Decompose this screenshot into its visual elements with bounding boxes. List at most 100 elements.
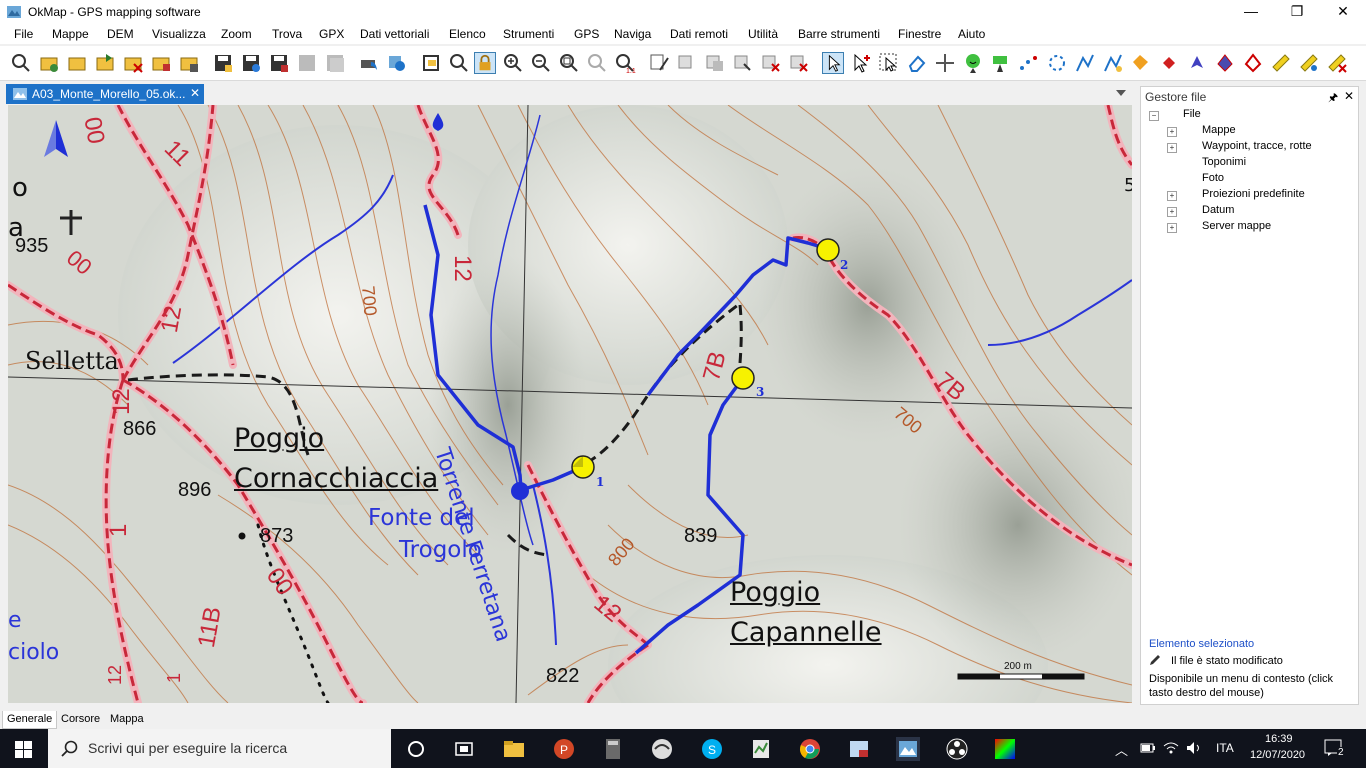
polygon-icon[interactable] <box>1214 52 1236 74</box>
ruler-measure-icon[interactable] <box>1298 52 1320 74</box>
chrome-icon[interactable] <box>798 737 822 761</box>
save-as-icon[interactable] <box>240 52 262 74</box>
menu-zoom[interactable]: Zoom <box>221 27 252 41</box>
ruler-icon[interactable] <box>1270 52 1292 74</box>
tab-corsore[interactable]: Corsore <box>57 711 104 728</box>
tree-item-proiezioni[interactable]: Proiezioni predefinite <box>1202 188 1305 200</box>
menu-visualizza[interactable]: Visualizza <box>152 27 206 41</box>
save-grid-icon[interactable] <box>268 52 290 74</box>
pointer-area-icon[interactable] <box>878 52 900 74</box>
zoom-1to1-icon[interactable]: 1:1 <box>614 52 636 74</box>
skype-icon[interactable]: S <box>700 737 724 761</box>
tree-item-foto[interactable]: Foto <box>1202 172 1224 184</box>
obs-icon[interactable] <box>945 737 969 761</box>
menu-file[interactable]: File <box>14 27 33 41</box>
menu-finestre[interactable]: Finestre <box>898 27 941 41</box>
waypoint-3-marker[interactable] <box>731 366 755 390</box>
edit-vector-icon[interactable] <box>648 52 670 74</box>
menu-mappe[interactable]: Mappe <box>52 27 89 41</box>
tree-item-server-mappe[interactable]: Server mappe <box>1202 220 1271 232</box>
language-indicator[interactable]: ITA <box>1216 741 1234 755</box>
route-orange-icon[interactable] <box>1130 52 1152 74</box>
menu-barre-strumenti[interactable]: Barre strumenti <box>798 27 880 41</box>
expander-icon[interactable]: + <box>1167 223 1177 233</box>
tree-item-toponimi[interactable]: Toponimi <box>1202 156 1246 168</box>
waypoint-flag-icon[interactable] <box>990 52 1012 74</box>
folder-save-icon[interactable] <box>178 52 200 74</box>
menu-strumenti[interactable]: Strumenti <box>503 27 554 41</box>
tree-item-datum[interactable]: Datum <box>1202 204 1234 216</box>
zoom-area-icon[interactable] <box>558 52 580 74</box>
zoom-scale-icon[interactable] <box>586 52 608 74</box>
save-icon[interactable] <box>212 52 234 74</box>
menu-dem[interactable]: DEM <box>107 27 134 41</box>
zoom-in-icon[interactable] <box>502 52 524 74</box>
close-button[interactable]: ✕ <box>1320 0 1366 24</box>
open-map-icon[interactable] <box>10 52 32 74</box>
clock-time[interactable]: 16:39 <box>1265 733 1293 745</box>
list-arrow-icon[interactable] <box>732 52 754 74</box>
pin-icon[interactable]: 🖈 <box>1328 89 1338 108</box>
menu-trova[interactable]: Trova <box>272 27 302 41</box>
save-disabled-icon[interactable] <box>296 52 318 74</box>
list-icon[interactable] <box>676 52 698 74</box>
tab-generale[interactable]: Generale <box>2 711 58 729</box>
notepad-chart-icon[interactable] <box>749 737 773 761</box>
waypoint-2-marker[interactable] <box>816 238 840 262</box>
expander-icon[interactable]: + <box>1167 207 1177 217</box>
powerpoint-icon[interactable]: P <box>552 737 576 761</box>
eraser-icon[interactable] <box>906 52 928 74</box>
lock-icon[interactable] <box>474 52 496 74</box>
panel-close-icon[interactable]: ✕ <box>1344 89 1354 103</box>
clock-date[interactable]: 12/07/2020 <box>1250 749 1305 761</box>
print-icon[interactable] <box>358 52 380 74</box>
track-points-icon[interactable] <box>1018 52 1040 74</box>
folder-red-icon[interactable] <box>150 52 172 74</box>
windows-start-icon[interactable] <box>15 741 32 758</box>
list-merge-icon[interactable] <box>704 52 726 74</box>
minimize-button[interactable]: — <box>1228 0 1274 24</box>
tray-chevron-up-icon[interactable]: ︿ <box>1115 740 1128 759</box>
move-icon[interactable] <box>934 52 956 74</box>
menu-dati-vettoriali[interactable]: Dati vettoriali <box>360 27 429 41</box>
route-edit-icon[interactable] <box>1102 52 1124 74</box>
expander-icon[interactable]: + <box>1167 191 1177 201</box>
menu-gps[interactable]: GPS <box>574 27 599 41</box>
list-delete-icon[interactable] <box>760 52 782 74</box>
diamond-red-icon[interactable] <box>1158 52 1180 74</box>
menu-gpx[interactable]: GPX <box>319 27 344 41</box>
tree-item-waypoint[interactable]: Waypoint, tracce, rotte <box>1202 140 1312 152</box>
map-view[interactable] <box>8 105 1132 703</box>
tree-root-file[interactable]: File <box>1183 108 1201 120</box>
open-file-icon[interactable] <box>38 52 60 74</box>
save-all-disabled-icon[interactable] <box>324 52 346 74</box>
menu-utilita[interactable]: Utilità <box>748 27 778 41</box>
arrow-blue-icon[interactable] <box>1186 52 1208 74</box>
track-loop-icon[interactable] <box>1046 52 1068 74</box>
color-app-icon[interactable] <box>993 737 1017 761</box>
okmap-taskbar-icon[interactable] <box>896 737 920 761</box>
cortana-icon[interactable] <box>404 737 428 761</box>
waypoint-smile-icon[interactable] <box>962 52 984 74</box>
pointer-select-icon[interactable] <box>822 52 844 74</box>
list-remove-icon[interactable] <box>788 52 810 74</box>
folder-icon[interactable] <box>66 52 88 74</box>
window-icon[interactable] <box>420 52 442 74</box>
expander-icon[interactable]: + <box>1167 127 1177 137</box>
battery-icon[interactable] <box>1140 742 1156 754</box>
menu-aiuto[interactable]: Aiuto <box>958 27 985 41</box>
file-explorer-icon[interactable] <box>502 737 526 761</box>
expander-icon[interactable]: − <box>1149 111 1159 121</box>
pointer-add-icon[interactable] <box>850 52 872 74</box>
zoom-icon[interactable] <box>448 52 470 74</box>
map-canvas[interactable]: Selletta Poggio Cornacchiaccia Fonte del… <box>8 105 1132 703</box>
chevron-down-icon[interactable] <box>1116 90 1126 96</box>
route-icon[interactable] <box>1074 52 1096 74</box>
tab-close-icon[interactable]: ✕ <box>190 86 200 100</box>
menu-naviga[interactable]: Naviga <box>614 27 651 41</box>
task-view-icon[interactable] <box>452 737 476 761</box>
tab-document[interactable]: A03_Monte_Morello_05.ok... ✕ <box>6 84 204 104</box>
folder-delete-icon[interactable] <box>122 52 144 74</box>
polygon-edit-icon[interactable] <box>1242 52 1264 74</box>
map-info-icon[interactable] <box>386 52 408 74</box>
